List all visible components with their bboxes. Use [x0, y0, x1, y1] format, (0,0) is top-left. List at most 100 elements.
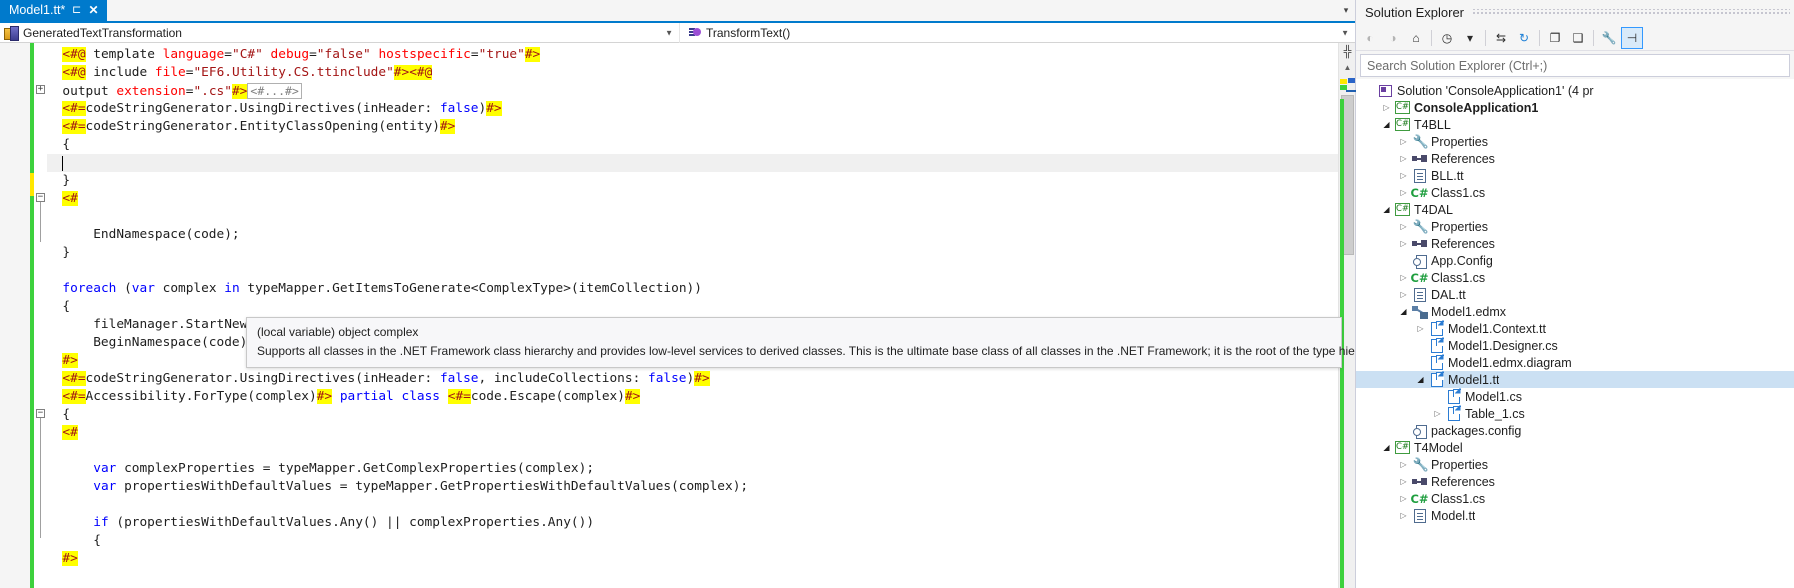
editor-vertical-scrollbar[interactable]: ╬ ▲ — [1338, 43, 1356, 588]
tree-item-consoleapplication1[interactable]: ▷ C# ConsoleApplication1 — [1356, 99, 1794, 116]
outline-collapse-box[interactable]: − — [36, 409, 45, 418]
split-view-handle[interactable]: ╬ — [1339, 43, 1356, 60]
home-icon[interactable]: ⌂ — [1405, 27, 1427, 49]
code-line[interactable] — [47, 442, 1355, 460]
code-line[interactable] — [47, 208, 1355, 226]
chevron-right-icon[interactable]: ▷ — [1396, 273, 1411, 282]
chevron-down-icon[interactable]: ◢ — [1413, 375, 1428, 384]
code-line[interactable]: <# — [47, 424, 1355, 442]
chevron-right-icon[interactable]: ▷ — [1413, 324, 1428, 333]
tree-item-table-1-cs[interactable]: ▷ Table_1.cs — [1356, 405, 1794, 422]
sync-with-document-icon[interactable]: ⇆ — [1490, 27, 1512, 49]
chevron-right-icon[interactable]: ▷ — [1396, 290, 1411, 299]
tree-item-solution-consoleapplication1-4-pr[interactable]: Solution 'ConsoleApplication1' (4 pr — [1356, 82, 1794, 99]
chevron-down-icon[interactable]: ◢ — [1379, 120, 1394, 129]
code-line[interactable] — [47, 262, 1355, 280]
code-line[interactable]: { — [47, 298, 1355, 316]
collapsed-region-block[interactable]: <#...#> — [247, 83, 302, 99]
code-line[interactable]: <#=codeStringGenerator.UsingDirectives(i… — [47, 100, 1355, 118]
code-line[interactable]: var propertiesWithDefaultValues = typeMa… — [47, 478, 1355, 496]
code-line[interactable] — [47, 154, 1355, 172]
tree-item-references[interactable]: ▷ References — [1356, 235, 1794, 252]
code-line[interactable]: foreach (var complex in typeMapper.GetIt… — [47, 280, 1355, 298]
chevron-down-icon[interactable]: ▼ — [1341, 28, 1349, 37]
tree-item-model1-tt[interactable]: ◢ Model1.tt — [1356, 371, 1794, 388]
chevron-down-icon[interactable]: ◢ — [1396, 307, 1411, 316]
code-line[interactable]: { — [47, 532, 1355, 550]
solution-explorer-tree[interactable]: Solution 'ConsoleApplication1' (4 pr ▷ C# C… — [1356, 79, 1794, 588]
code-line[interactable]: { — [47, 406, 1355, 424]
collapse-all-icon[interactable]: ❐ — [1544, 27, 1566, 49]
code-line[interactable]: <#@ include file="EF6.Utility.CS.ttinclu… — [47, 64, 1355, 82]
chevron-right-icon[interactable]: ▷ — [1396, 494, 1411, 503]
code-line[interactable]: { — [47, 136, 1355, 154]
tree-scrollbar[interactable] — [1789, 79, 1794, 588]
outline-expand-box[interactable]: + — [36, 85, 45, 94]
chevron-right-icon[interactable]: ▷ — [1396, 477, 1411, 486]
scroll-up-arrow[interactable]: ▲ — [1339, 60, 1356, 75]
pending-changes-icon[interactable]: ◷ — [1436, 27, 1458, 49]
chevron-down-icon[interactable]: ◢ — [1379, 205, 1394, 214]
code-line[interactable]: var complexProperties = typeMapper.GetCo… — [47, 460, 1355, 478]
tree-item-model1-designer-cs[interactable]: Model1.Designer.cs — [1356, 337, 1794, 354]
chevron-right-icon[interactable]: ▷ — [1396, 511, 1411, 520]
tree-item-bll-tt[interactable]: ▷ BLL.tt — [1356, 167, 1794, 184]
outline-collapse-box[interactable]: − — [36, 193, 45, 202]
chevron-down-icon[interactable]: ▾ — [1459, 27, 1481, 49]
search-solution-explorer-input[interactable]: Search Solution Explorer (Ctrl+;) — [1360, 54, 1790, 77]
tree-item-references[interactable]: ▷ References — [1356, 150, 1794, 167]
code-text-region[interactable]: <#@ template language="C#" debug="false"… — [47, 43, 1355, 588]
tree-item-properties[interactable]: ▷ 🔧 Properties — [1356, 456, 1794, 473]
show-all-files-icon[interactable]: ❑ — [1567, 27, 1589, 49]
chevron-right-icon[interactable]: ▷ — [1396, 137, 1411, 146]
code-line[interactable]: } — [47, 172, 1355, 190]
tab-model1-tt[interactable]: Model1.tt* ⊐ ✕ — [0, 0, 107, 21]
glyph-margin[interactable] — [0, 43, 30, 588]
tab-list-chevron-down-icon[interactable]: ▾ — [1337, 0, 1355, 21]
code-line[interactable]: <#=codeStringGenerator.EntityClassOpenin… — [47, 118, 1355, 136]
chevron-right-icon[interactable]: ▷ — [1396, 222, 1411, 231]
code-line[interactable]: EndNamespace(code); — [47, 226, 1355, 244]
member-dropdown[interactable]: TransformText() ▼ — [680, 23, 1355, 43]
outlining-margin[interactable]: + − − — [34, 43, 47, 588]
close-icon[interactable]: ✕ — [89, 3, 99, 17]
code-line[interactable] — [47, 496, 1355, 514]
chevron-right-icon[interactable]: ▷ — [1430, 409, 1445, 418]
tree-item-properties[interactable]: ▷ 🔧 Properties — [1356, 133, 1794, 150]
properties-icon[interactable]: 🔧 — [1598, 27, 1620, 49]
tree-item-t4bll[interactable]: ◢ C# T4BLL — [1356, 116, 1794, 133]
tree-item-references[interactable]: ▷ References — [1356, 473, 1794, 490]
tree-item-app-config[interactable]: App.Config — [1356, 252, 1794, 269]
tree-item-t4model[interactable]: ◢ C# T4Model — [1356, 439, 1794, 456]
code-line[interactable]: } — [47, 244, 1355, 262]
chevron-right-icon[interactable]: ▷ — [1396, 460, 1411, 469]
chevron-down-icon[interactable]: ▼ — [665, 28, 673, 37]
refresh-icon[interactable]: ↻ — [1513, 27, 1535, 49]
tree-item-dal-tt[interactable]: ▷ DAL.tt — [1356, 286, 1794, 303]
code-line[interactable]: output extension=".cs"#> <#...#> — [47, 82, 1355, 100]
tree-item-model1-cs[interactable]: Model1.cs — [1356, 388, 1794, 405]
code-line[interactable]: <# — [47, 190, 1355, 208]
code-line[interactable]: if (propertiesWithDefaultValues.Any() ||… — [47, 514, 1355, 532]
pin-icon[interactable]: ⊐ — [72, 3, 81, 16]
code-line[interactable]: <#=Accessibility.ForType(complex)#> part… — [47, 388, 1355, 406]
tree-item-model1-context-tt[interactable]: ▷ Model1.Context.tt — [1356, 320, 1794, 337]
chevron-right-icon[interactable]: ▷ — [1396, 239, 1411, 248]
code-line[interactable]: <#@ template language="C#" debug="false"… — [47, 46, 1355, 64]
code-editor-surface[interactable]: + − − <#@ template language="C#" debug="… — [0, 43, 1355, 588]
panel-drag-grip[interactable] — [1472, 9, 1790, 16]
chevron-right-icon[interactable]: ▷ — [1396, 154, 1411, 163]
preview-selected-items-icon[interactable]: ⊣ — [1621, 26, 1643, 49]
code-line[interactable]: <#=codeStringGenerator.UsingDirectives(i… — [47, 370, 1355, 388]
chevron-right-icon[interactable]: ▷ — [1396, 188, 1411, 197]
chevron-right-icon[interactable]: ▷ — [1396, 171, 1411, 180]
tree-item-model1-edmx[interactable]: ◢ Model1.edmx — [1356, 303, 1794, 320]
chevron-right-icon[interactable]: ▷ — [1379, 103, 1394, 112]
tree-item-class1-cs[interactable]: ▷ C# Class1.cs — [1356, 269, 1794, 286]
tree-item-class1-cs[interactable]: ▷ C# Class1.cs — [1356, 184, 1794, 201]
tree-item-packages-config[interactable]: packages.config — [1356, 422, 1794, 439]
tree-item-model1-edmx-diagram[interactable]: Model1.edmx.diagram — [1356, 354, 1794, 371]
tree-item-properties[interactable]: ▷ 🔧 Properties — [1356, 218, 1794, 235]
tree-item-model-tt[interactable]: ▷ Model.tt — [1356, 507, 1794, 524]
chevron-down-icon[interactable]: ◢ — [1379, 443, 1394, 452]
